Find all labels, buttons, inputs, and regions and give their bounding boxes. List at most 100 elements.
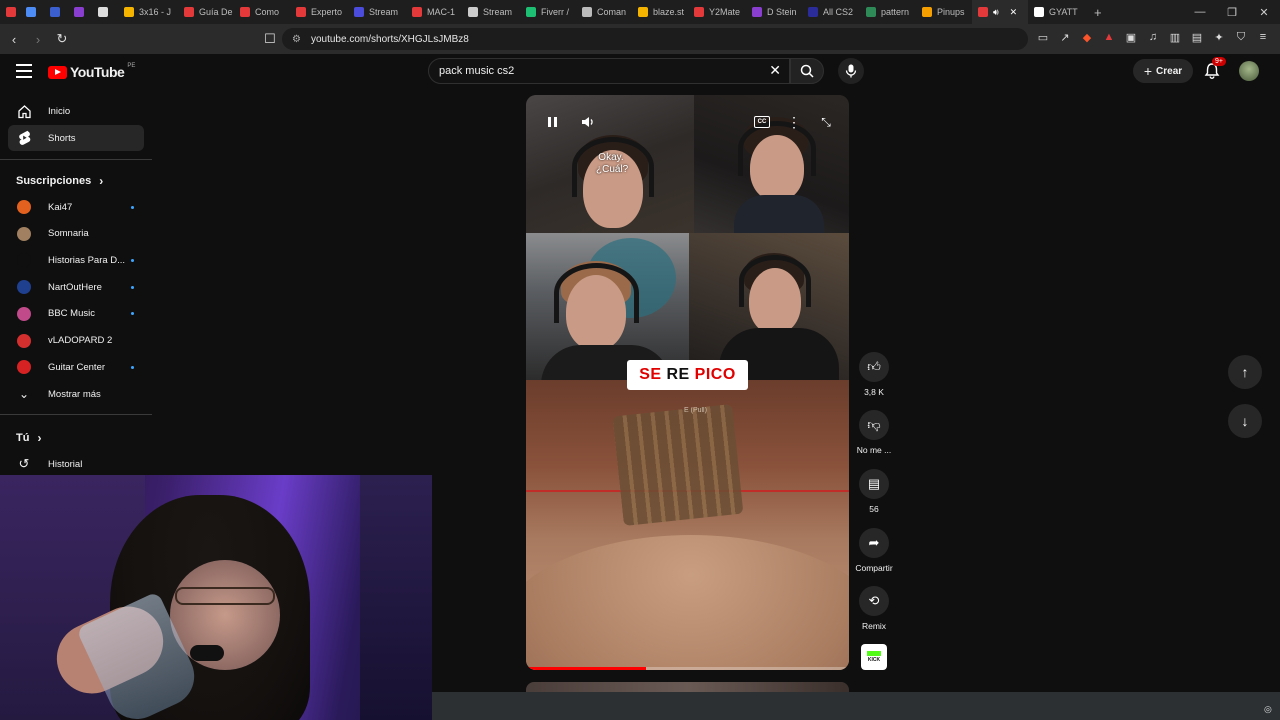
subscription-item[interactable]: Guitar Center [8,354,144,380]
guide-menu-icon[interactable] [16,64,32,78]
browser-tab[interactable]: All CS2 [802,0,860,24]
comments-button[interactable]: ▤ 56 [852,469,896,514]
browser-tab[interactable] [20,0,44,24]
bookmark-icon[interactable]: ☐ [260,29,280,49]
tab-favicon-icon [1034,7,1044,17]
captions-icon[interactable]: CC [754,116,770,128]
search-icon [800,64,814,78]
settings-icon[interactable]: ◎ [1264,704,1274,714]
screen-icon[interactable]: ▭ [1036,30,1050,44]
dislike-button[interactable]: 👎︎ No me ... [852,410,896,455]
browser-tab[interactable]: Fiverr / [520,0,576,24]
leo-icon[interactable]: ✦ [1212,30,1226,44]
brave-shield-icon[interactable]: ◆ [1080,30,1094,44]
browser-tab[interactable]: Stream [348,0,406,24]
you-heading[interactable]: Tú › [16,431,41,445]
tab-close-icon[interactable]: ✕ [1010,7,1018,18]
tab-label: Guía De [199,7,233,17]
new-tab-button[interactable]: + [1088,0,1114,24]
screenshot-icon[interactable]: ▣ [1124,30,1138,44]
browser-tab[interactable]: blaze.st [632,0,688,24]
history-icon: ↺ [18,456,30,471]
share-icon: ➦ [859,528,889,558]
browser-tab[interactable]: Guía De [178,0,234,24]
subscription-item[interactable]: BBC Music [8,301,144,327]
tab-favicon-icon [26,7,36,17]
browser-tab[interactable]: D Stein [746,0,802,24]
subscriptions-heading[interactable]: Suscripciones › [16,174,103,188]
account-avatar[interactable] [1239,61,1259,81]
reload-icon[interactable]: ↻ [52,29,72,49]
show-more-button[interactable]: ⌄ Mostrar más [8,381,144,407]
browser-tab[interactable]: Pinups [916,0,972,24]
remix-button[interactable]: ⟲ Remix [852,586,896,631]
rewards-icon[interactable]: ▲ [1102,30,1116,44]
sidebar-toggle-icon[interactable]: ▥ [1168,30,1182,44]
site-info-icon[interactable]: ⚙ [292,34,301,45]
channel-name: BBC Music [48,308,95,320]
tab-label: Coman [597,7,627,17]
share-button[interactable]: ➦ Compartir [852,528,896,573]
close-window-icon[interactable]: ✕ [1248,0,1280,24]
menu-icon[interactable]: ≡ [1256,30,1270,44]
browser-tab[interactable] [44,0,68,24]
browser-tab[interactable] [0,0,20,24]
sound-label: KICK [867,657,881,663]
video-panel-mid-left [526,233,689,385]
browser-tab[interactable]: 🔊︎ ✕ [972,0,1028,24]
subscription-item[interactable]: NartOutHere [8,274,144,300]
browser-tab[interactable]: GYATT [1028,0,1088,24]
you-title: Tú [16,432,30,444]
subscription-item[interactable]: Kai47 [8,194,144,220]
previous-short-button[interactable]: ↑ [1228,355,1262,389]
url-field[interactable]: ⚙ youtube.com/shorts/XHGJLsJMBz8 [282,28,1028,50]
browser-tab[interactable]: Experto [290,0,348,24]
create-button[interactable]: + Crear [1133,59,1193,83]
tab-favicon-icon [184,7,194,17]
share-page-icon[interactable]: ↗ [1058,30,1072,44]
tab-audio-icon[interactable]: 🔊︎ [993,7,999,18]
volume-icon[interactable] [580,114,596,130]
channel-avatar [17,280,31,295]
forward-icon[interactable]: › [28,29,48,49]
tab-label: MAC-1 [427,7,456,17]
browser-tab[interactable]: MAC-1 [406,0,462,24]
search-input[interactable]: pack music cs2 ✕ [428,58,790,84]
clear-search-icon[interactable]: ✕ [769,62,781,79]
wallet-icon[interactable]: ▤ [1190,30,1204,44]
like-button[interactable]: 👍︎ 3,8 K [852,352,896,397]
browser-tab[interactable]: 3x16 - J [118,0,178,24]
subscription-item[interactable]: Somnaria [8,221,144,247]
sidebar-item-historial[interactable]: ↺ Historial [8,451,144,477]
subscription-item[interactable]: Historias Para D... [8,247,144,273]
search-button[interactable] [790,58,824,84]
minimize-icon[interactable]: — [1184,0,1216,24]
sound-thumbnail[interactable]: KICK [861,644,887,670]
browser-tab[interactable] [92,0,118,24]
fullscreen-icon[interactable]: ⤡ [818,114,834,130]
browser-tab[interactable]: Coman [576,0,632,24]
vpn-icon[interactable]: ⛉ [1234,30,1248,44]
voice-search-button[interactable] [838,58,864,84]
sidebar-item-inicio[interactable]: Inicio [8,98,144,124]
sidebar-item-shorts[interactable]: Shorts [8,125,144,151]
restore-icon[interactable]: ❐ [1216,0,1248,24]
back-icon[interactable]: ‹ [4,29,24,49]
video-progress-bar[interactable] [526,667,849,670]
short-video-player[interactable]: E (Pull) Okay. ¿Cuál? SE RE PICO CC ⋮ ⤡ [526,95,849,670]
youtube-logo[interactable]: YouTube PE [48,63,135,80]
next-short-button[interactable]: ↓ [1228,404,1262,438]
pause-icon[interactable] [544,114,560,130]
more-options-icon[interactable]: ⋮ [786,114,802,130]
address-bar-row: ‹ › ↻ ☐ ⚙ youtube.com/shorts/XHGJLsJMBz8… [0,24,1280,54]
browser-tab[interactable]: pattern [860,0,916,24]
channel-avatar [17,306,31,321]
browser-tab[interactable] [68,0,92,24]
tab-label: Stream [369,7,399,17]
music-icon[interactable]: ♫ [1146,30,1160,44]
browser-tab[interactable]: Como [234,0,290,24]
subscription-item[interactable]: vLADOPARD 2 [8,328,144,354]
tab-label: blaze.st [653,7,685,17]
browser-tab[interactable]: Stream [462,0,520,24]
browser-tab[interactable]: Y2Mate [688,0,746,24]
